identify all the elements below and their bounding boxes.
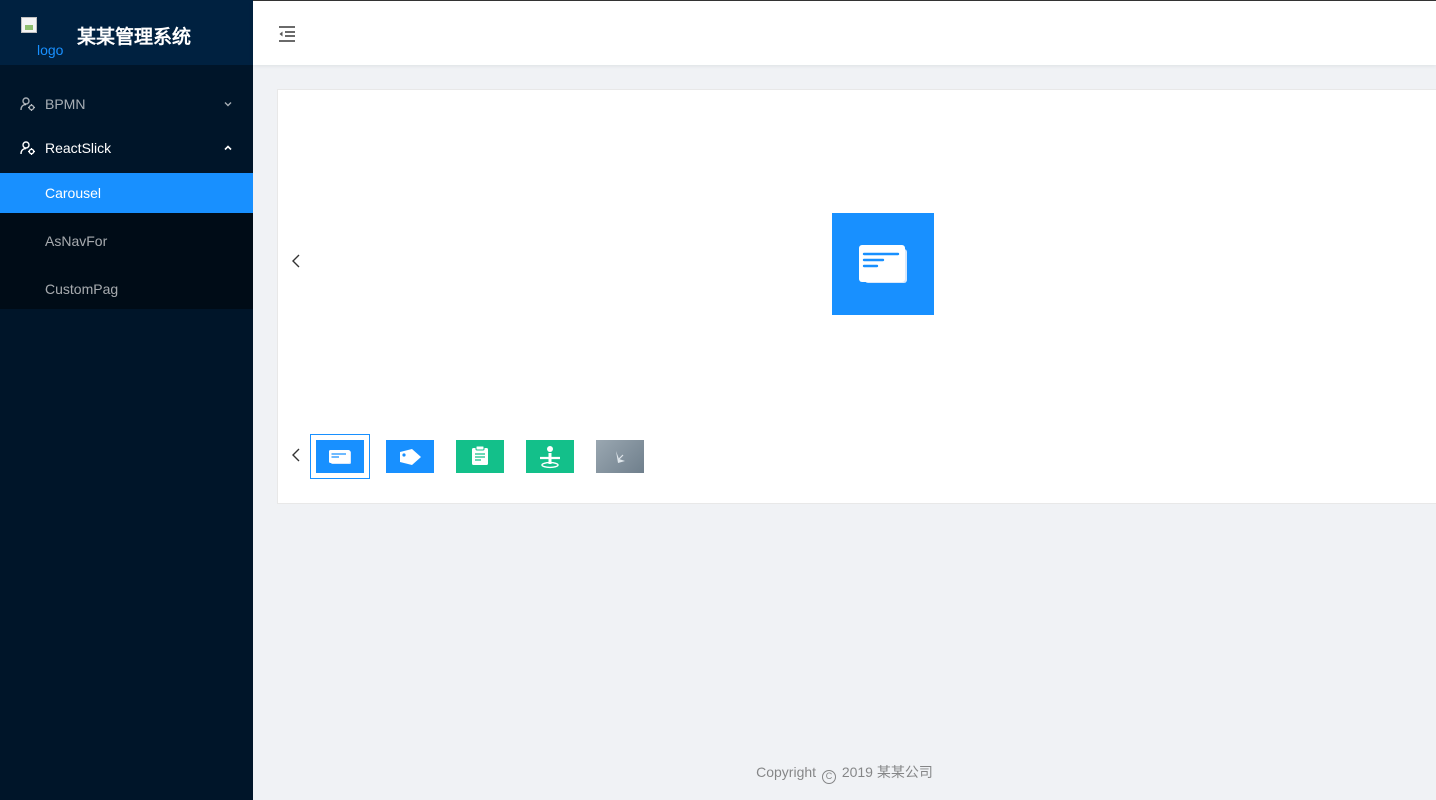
- tag-icon: [400, 449, 421, 465]
- thumbnail-5[interactable]: [596, 440, 644, 473]
- clipboard-icon: [472, 445, 488, 465]
- app-title: 某某管理系统: [77, 26, 192, 48]
- submenu-items: Carousel AsNavFor CustomPag: [0, 173, 253, 309]
- sidebar-item-label: CustomPag: [45, 281, 119, 297]
- thumbnail-1[interactable]: [316, 440, 364, 473]
- sidebar-menu: BPMN ReactSlick Carousel AsNavFor Custom…: [0, 81, 253, 309]
- broken-image-icon: [21, 17, 37, 33]
- photo-icon: [616, 451, 625, 463]
- person-icon: [540, 446, 560, 469]
- logo-alt-text: logo: [37, 42, 64, 58]
- sidebar-item-label: AsNavFor: [45, 233, 108, 249]
- chevron-up-icon: [224, 145, 232, 151]
- submenu-bpmn[interactable]: BPMN: [0, 81, 253, 127]
- thumbnail-2[interactable]: [386, 440, 434, 473]
- footer: Copyright C 2019 某某公司: [253, 762, 1436, 784]
- submenu-label-reactslick: ReactSlick: [45, 140, 112, 156]
- top-header: [253, 0, 1436, 65]
- sidebar-item-label: Carousel: [45, 185, 102, 201]
- menu-fold-icon[interactable]: [277, 25, 297, 43]
- carousel-main-slide[interactable]: [832, 213, 934, 315]
- footer-copyright-label: Copyright: [756, 764, 817, 780]
- thumbnails-prev-arrow-icon[interactable]: [290, 447, 302, 463]
- submenu-label-bpmn: BPMN: [45, 96, 86, 112]
- user-setting-icon: [20, 97, 35, 111]
- document-icon: [859, 245, 907, 283]
- sidebar-item-asnavfor[interactable]: AsNavFor: [0, 221, 253, 261]
- document-icon: [329, 450, 351, 464]
- chevron-down-icon: [224, 102, 232, 107]
- carousel-card: [277, 89, 1436, 504]
- brand-header: logo 某某管理系统: [0, 0, 253, 65]
- thumbnail-4[interactable]: [526, 440, 574, 473]
- logo[interactable]: logo: [21, 17, 65, 61]
- user-setting-icon: [20, 141, 35, 155]
- thumbnail-3[interactable]: [456, 440, 504, 473]
- sidebar-item-carousel[interactable]: Carousel: [0, 173, 253, 213]
- sidebar-item-custompag[interactable]: CustomPag: [0, 269, 253, 309]
- footer-company: 2019 某某公司: [841, 764, 933, 780]
- submenu-reactslick[interactable]: ReactSlick: [0, 127, 253, 169]
- copyright-icon: C: [821, 770, 836, 784]
- carousel-prev-arrow-icon[interactable]: [290, 253, 302, 269]
- sidebar: logo 某某管理系统 BPMN ReactSlick Carousel AsN…: [0, 0, 253, 800]
